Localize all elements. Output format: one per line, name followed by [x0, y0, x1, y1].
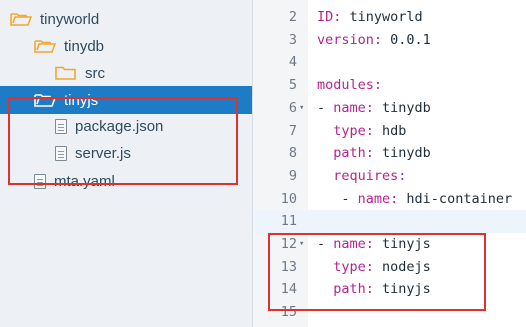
code-text: ID: tinyworld: [317, 6, 423, 29]
folder-open-icon: [10, 12, 32, 26]
yaml-value: 0.0.1: [382, 31, 431, 48]
yaml-key: path:: [333, 281, 374, 298]
code-line[interactable]: 14 path: tinyjs: [253, 278, 526, 301]
tree-item-package-json[interactable]: package.json: [0, 112, 252, 140]
line-number: 14: [280, 281, 297, 298]
tree-item-src[interactable]: src: [0, 59, 252, 87]
code-editor[interactable]: 2 ID: tinyworld 3 version: 0.0.1 4 5 modules: 6…: [253, 0, 526, 327]
file-explorer-panel: tinyworld tinydb src tinyjs package.json serv…: [0, 0, 252, 327]
yaml-key: name:: [333, 236, 374, 252]
code-text: path: tinyjs: [317, 278, 431, 301]
yaml-value: tinydb: [373, 99, 431, 116]
tree-item-tinydb[interactable]: tinydb: [0, 32, 252, 60]
code-text: path: tinydb: [317, 142, 431, 165]
line-number: 3: [288, 31, 297, 48]
tree-item-label: tinyjs: [64, 91, 99, 109]
yaml-value: nodejs: [373, 258, 431, 275]
line-number: 2: [288, 9, 297, 25]
folder-icon: [55, 66, 77, 80]
yaml-key: name:: [357, 190, 399, 207]
yaml-value: hdb: [373, 122, 407, 139]
line-number: 15: [280, 304, 297, 321]
yaml-key: type:: [333, 258, 374, 275]
fold-toggle-icon[interactable]: ▾: [299, 233, 309, 256]
line-number: 13: [280, 258, 297, 275]
line-number: 10: [280, 190, 297, 207]
code-text: - name: hdi-container: [317, 188, 512, 211]
yaml-value: tinyjs: [373, 281, 431, 298]
code-text: type: hdb: [317, 120, 406, 143]
tree-item-label: tinyworld: [40, 10, 100, 28]
tree-item-label: tinydb: [64, 37, 105, 55]
folder-open-icon: [34, 39, 56, 53]
code-text: modules:: [317, 74, 382, 97]
code-line[interactable]: 3 version: 0.0.1: [253, 29, 526, 52]
code-line[interactable]: 9 requires:: [253, 165, 526, 188]
tree-item-tinyworld[interactable]: tinyworld: [0, 5, 252, 33]
line-number: 5: [288, 77, 297, 94]
code-line[interactable]: 15: [253, 301, 526, 324]
yaml-value: tinydb: [373, 145, 431, 162]
code-line[interactable]: 2 ID: tinyworld: [253, 6, 526, 29]
yaml-key: version:: [317, 31, 383, 48]
yaml-key: name:: [333, 99, 374, 116]
code-text: version: 0.0.1: [317, 29, 431, 52]
line-number: 12: [280, 236, 297, 252]
line-number: 7: [288, 122, 297, 139]
code-line[interactable]: 7 type: hdb: [253, 120, 526, 143]
code-line[interactable]: 12 ▾ - name: tinyjs: [253, 233, 526, 256]
folder-open-icon: [34, 93, 56, 107]
yaml-list-dash: -: [317, 99, 334, 116]
code-line[interactable]: 13 type: nodejs: [253, 256, 526, 279]
tree-item-label: mta.yaml: [54, 172, 115, 190]
yaml-value: tinyworld: [341, 9, 423, 25]
fold-toggle-icon[interactable]: ▾: [299, 97, 309, 120]
tree-item-label: server.js: [75, 144, 131, 162]
line-number: 11: [280, 213, 297, 230]
code-line[interactable]: 4: [253, 51, 526, 74]
yaml-list-dash: -: [317, 236, 334, 252]
file-icon: [55, 145, 67, 161]
code-text: requires:: [317, 165, 406, 188]
yaml-key: path:: [333, 145, 374, 162]
yaml-key: type:: [333, 122, 374, 139]
tree-item-server-js[interactable]: server.js: [0, 139, 252, 167]
line-number: 6: [288, 99, 297, 116]
line-number: 9: [288, 167, 297, 184]
yaml-key: requires:: [333, 167, 407, 184]
yaml-value: tinyjs: [373, 236, 431, 252]
yaml-list-dash: -: [341, 190, 358, 207]
code-line[interactable]: 10 - name: hdi-container: [253, 188, 526, 211]
yaml-value: hdi-container: [398, 190, 513, 207]
tree-item-tinyjs[interactable]: tinyjs: [0, 86, 252, 114]
file-icon: [55, 118, 67, 134]
code-text: - name: tinydb: [317, 97, 431, 120]
tree-item-mta-yaml[interactable]: mta.yaml: [0, 167, 252, 195]
file-icon: [34, 173, 46, 189]
yaml-key: modules:: [317, 77, 383, 94]
code-line[interactable]: 11: [253, 210, 526, 234]
code-line[interactable]: 5 modules:: [253, 74, 526, 97]
code-line[interactable]: 6 ▾ - name: tinydb: [253, 97, 526, 120]
line-number: 8: [288, 145, 297, 162]
yaml-key: ID:: [317, 9, 342, 25]
code-text: - name: tinyjs: [317, 233, 431, 256]
code-text: type: nodejs: [317, 256, 431, 279]
tree-item-label: package.json: [75, 117, 164, 135]
tree-item-label: src: [85, 64, 105, 82]
code-line[interactable]: 8 path: tinydb: [253, 142, 526, 165]
line-number: 4: [288, 54, 297, 71]
